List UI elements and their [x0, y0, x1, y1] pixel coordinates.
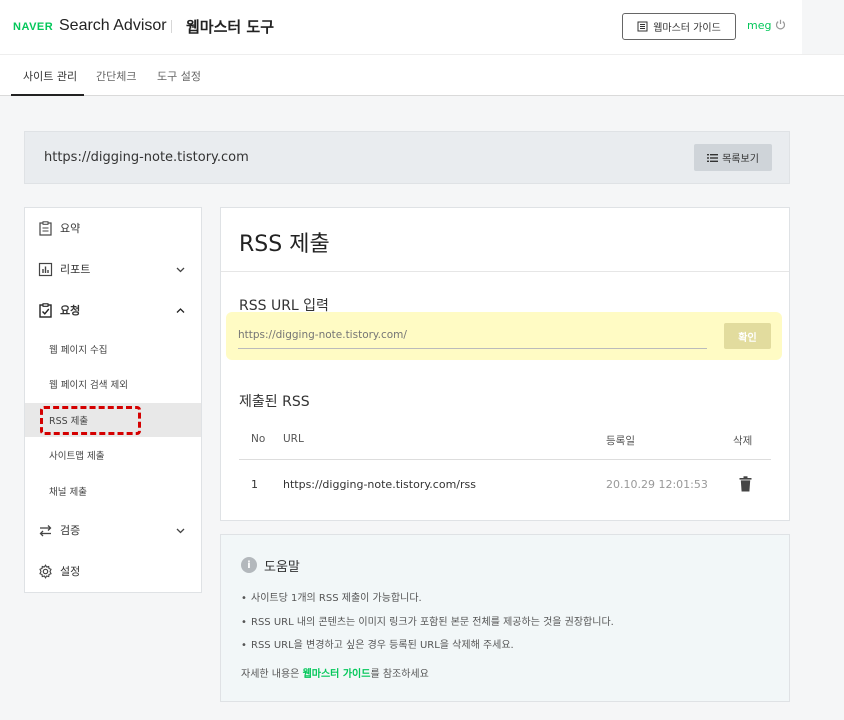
search-advisor-logo[interactable]: Search Advisor [59, 17, 167, 35]
gear-icon [39, 563, 52, 579]
site-url: https://digging-note.tistory.com [44, 150, 249, 165]
info-icon: i [241, 557, 257, 573]
table-header-delete: 삭제 [733, 435, 753, 447]
sidebar-item-report[interactable]: 리포트 [25, 254, 201, 284]
submitted-rss-label: 제출된 RSS [239, 394, 310, 410]
sidebar-sub-label: 웹 페이지 수집 [49, 345, 108, 356]
help-footer: 자세한 내용은 웹마스터 가이드를 참조하세요 [241, 665, 429, 680]
webmaster-guide-link[interactable]: 웹마스터 가이드 [303, 669, 371, 680]
sidebar-sub-label: 채널 제출 [49, 487, 87, 498]
webmaster-guide-label: 웹마스터 가이드 [653, 23, 721, 34]
chevron-down-icon [176, 267, 185, 272]
table-cell-url: https://digging-note.tistory.com/rss [283, 478, 476, 491]
list-view-button[interactable]: 목록보기 [694, 144, 772, 171]
sidebar-sub-label: 웹 페이지 검색 제외 [49, 380, 128, 391]
table-header-no: No [251, 433, 266, 445]
sidebar-item-label: 리포트 [60, 263, 91, 276]
input-highlight: 확인 [226, 312, 782, 360]
tab-tool-settings[interactable]: 도구 설정 [157, 68, 201, 84]
sidebar-item-verify[interactable]: 검증 [25, 515, 201, 545]
clipboard-icon [39, 220, 52, 236]
sidebar-sub-label: RSS 제출 [49, 416, 89, 427]
list-view-label: 목록보기 [722, 154, 759, 165]
site-bar: https://digging-note.tistory.com 목록보기 [24, 131, 790, 184]
window-edge [802, 0, 844, 54]
top-header: NAVER Search Advisor 웹마스터 도구 웹마스터 가이드 me… [0, 0, 844, 54]
chevron-down-icon [176, 528, 185, 533]
help-item: • RSS URL을 변경하고 싶은 경우 등록된 URL을 삭제해 주세요. [241, 640, 514, 651]
sidebar-item-label: 요청 [60, 304, 81, 317]
power-icon[interactable] [775, 19, 786, 30]
sidebar-item-label: 요약 [60, 222, 81, 235]
sidebar-item-settings[interactable]: 설정 [25, 556, 201, 586]
rss-submit-panel: RSS 제출 RSS URL 입력 확인 제출된 RSS No URL 등록일 … [220, 207, 790, 521]
chevron-up-icon [176, 307, 185, 313]
sidebar-item-request[interactable]: 요청 [25, 295, 201, 325]
help-panel: i 도움말 • 사이트당 1개의 RSS 제출이 가능합니다. • RSS URL … [220, 534, 790, 702]
trash-icon[interactable] [739, 476, 752, 492]
help-item: • 사이트당 1개의 RSS 제출이 가능합니다. [241, 593, 422, 604]
check-clipboard-icon [39, 302, 52, 318]
help-title: 도움말 [264, 560, 300, 575]
table-header-date: 등록일 [606, 435, 635, 447]
sidebar-sub-web-page-exclude[interactable]: 웹 페이지 검색 제외 [25, 367, 201, 401]
user-name[interactable]: meg [747, 19, 771, 32]
webmaster-tool-title[interactable]: 웹마스터 도구 [186, 16, 274, 37]
table-cell-no: 1 [251, 478, 258, 491]
sidebar-sub-label: 사이트맵 제출 [49, 451, 105, 462]
page-title: RSS 제출 [239, 232, 330, 257]
swap-arrows-icon [39, 524, 52, 536]
naver-logo[interactable]: NAVER [13, 21, 53, 33]
book-icon [637, 21, 648, 32]
title-divider [221, 271, 789, 272]
help-footer-prefix: 자세한 내용은 [241, 669, 303, 680]
tab-site-management[interactable]: 사이트 관리 [23, 68, 77, 84]
table-header-divider [239, 459, 771, 460]
table-header-url: URL [283, 433, 304, 445]
help-item: • RSS URL 내의 콘텐츠는 이미지 링크가 포함된 본문 전체를 제공하는… [241, 617, 614, 628]
list-icon [707, 153, 719, 162]
webmaster-guide-button[interactable]: 웹마스터 가이드 [622, 13, 736, 40]
sidebar-item-label: 설정 [60, 565, 81, 578]
bar-chart-icon [38, 262, 53, 276]
sidebar-sub-rss-submit[interactable]: RSS 제출 [25, 403, 201, 437]
tab-quick-check[interactable]: 간단체크 [96, 68, 136, 84]
active-tab-indicator [11, 94, 84, 96]
sidebar-item-summary[interactable]: 요약 [25, 213, 201, 243]
logo-divider [171, 20, 172, 33]
sidebar-item-label: 검증 [60, 524, 81, 537]
table-cell-date: 20.10.29 12:01:53 [606, 478, 708, 491]
main-tabs: 사이트 관리 간단체크 도구 설정 [0, 54, 844, 96]
sidebar-sub-web-page-collect[interactable]: 웹 페이지 수집 [25, 332, 201, 366]
sidebar-sub-channel-submit[interactable]: 채널 제출 [25, 474, 201, 508]
sidebar-sub-sitemap-submit[interactable]: 사이트맵 제출 [25, 438, 201, 472]
confirm-button[interactable]: 확인 [724, 323, 771, 349]
rss-url-input[interactable] [238, 322, 707, 349]
help-footer-suffix: 를 참조하세요 [370, 669, 429, 680]
sidebar: 요약 리포트 요청 웹 페이지 수집 웹 페이지 검색 제외 RSS 제출 사이… [24, 207, 202, 593]
